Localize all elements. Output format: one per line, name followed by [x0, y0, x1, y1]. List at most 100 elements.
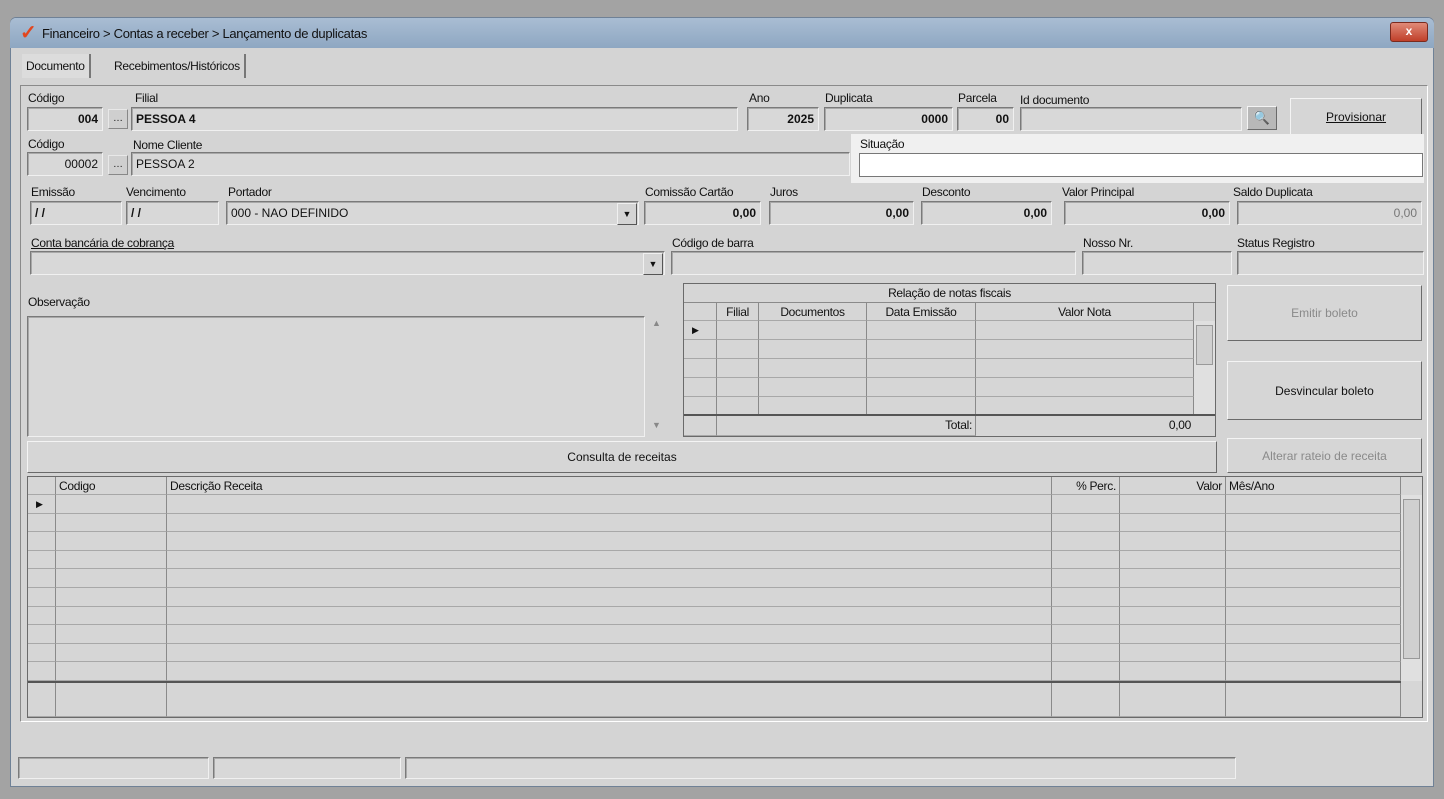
- col-codigo[interactable]: Codigo: [56, 477, 167, 495]
- emitir-boleto-button[interactable]: Emitir boleto: [1227, 285, 1422, 341]
- grid-cell[interactable]: [1052, 495, 1120, 514]
- vencimento-field[interactable]: / /: [126, 201, 219, 225]
- scroll-down-icon[interactable]: ▼: [652, 420, 661, 430]
- filial-lookup-button[interactable]: …: [108, 109, 128, 129]
- grid-cell[interactable]: [759, 321, 867, 340]
- row-header[interactable]: [684, 359, 717, 378]
- grid-cell[interactable]: [759, 359, 867, 378]
- grid-cell[interactable]: [1120, 662, 1226, 681]
- grid-cell[interactable]: [167, 550, 1052, 570]
- col-documentos[interactable]: Documentos: [759, 303, 867, 321]
- grid-cell[interactable]: [56, 588, 167, 607]
- situacao-field[interactable]: [859, 153, 1423, 177]
- grid-cell[interactable]: [1052, 588, 1120, 607]
- col-filial[interactable]: Filial: [717, 303, 759, 321]
- grid-cell[interactable]: [1120, 588, 1226, 607]
- row-header[interactable]: [28, 513, 56, 533]
- alterar-rateio-button[interactable]: Alterar rateio de receita: [1227, 438, 1422, 473]
- id-documento-field[interactable]: [1020, 107, 1242, 131]
- grid-cell[interactable]: [1226, 569, 1401, 588]
- grid-cell[interactable]: [717, 359, 759, 378]
- grid-cell[interactable]: [56, 683, 167, 717]
- grid-cell[interactable]: [867, 340, 976, 359]
- row-header[interactable]: [28, 588, 56, 607]
- grid-cell[interactable]: [1120, 495, 1226, 514]
- grid-cell[interactable]: [1052, 683, 1120, 717]
- juros-field[interactable]: 0,00: [769, 201, 914, 225]
- grid-cell[interactable]: [167, 513, 1052, 533]
- conta-dropdown-icon[interactable]: ▼: [643, 253, 663, 275]
- grid-cell[interactable]: [167, 588, 1052, 607]
- grid-cell[interactable]: [167, 683, 1052, 717]
- grid-cell[interactable]: [976, 378, 1194, 397]
- tab-recebimentos[interactable]: Recebimentos/Históricos: [110, 54, 246, 78]
- grid-cell[interactable]: [717, 321, 759, 340]
- grid-cell[interactable]: [56, 569, 167, 588]
- row-header[interactable]: [28, 625, 56, 644]
- filial-field[interactable]: PESSOA 4: [131, 107, 738, 131]
- grid-cell[interactable]: [1052, 513, 1120, 533]
- row-header[interactable]: [28, 569, 56, 588]
- row-header[interactable]: [28, 532, 56, 551]
- col-mes-ano[interactable]: Mês/Ano: [1226, 477, 1401, 495]
- grid-cell[interactable]: [1052, 550, 1120, 570]
- grid-cell[interactable]: [1120, 513, 1226, 533]
- row-header[interactable]: [28, 606, 56, 626]
- desconto-field[interactable]: 0,00: [921, 201, 1052, 225]
- grid-cell[interactable]: [867, 359, 976, 378]
- grid-cell[interactable]: [1226, 532, 1401, 551]
- cliente-codigo-field[interactable]: 00002: [27, 152, 103, 176]
- close-button[interactable]: x: [1390, 22, 1428, 42]
- desvincular-boleto-button[interactable]: Desvincular boleto: [1227, 361, 1422, 420]
- grid-cell[interactable]: [1052, 532, 1120, 551]
- grid-cell[interactable]: [56, 495, 167, 514]
- row-header[interactable]: [28, 662, 56, 681]
- grid-cell[interactable]: [1226, 683, 1401, 717]
- grid-cell[interactable]: [56, 643, 167, 663]
- grid-cell[interactable]: [976, 359, 1194, 378]
- grid-cell[interactable]: [167, 569, 1052, 588]
- notas-scrollbar[interactable]: [1194, 321, 1215, 415]
- grid-cell[interactable]: [56, 513, 167, 533]
- row-header[interactable]: [684, 340, 717, 359]
- grid-cell[interactable]: [167, 643, 1052, 663]
- grid-cell[interactable]: [1052, 662, 1120, 681]
- grid-cell[interactable]: [976, 321, 1194, 340]
- grid-cell[interactable]: [56, 606, 167, 626]
- emissao-field[interactable]: / /: [30, 201, 122, 225]
- grid-cell[interactable]: [1120, 606, 1226, 626]
- tab-documento[interactable]: Documento: [22, 54, 91, 78]
- grid-cell[interactable]: [1120, 625, 1226, 644]
- duplicata-field[interactable]: 0000: [824, 107, 953, 131]
- grid-cell[interactable]: [56, 625, 167, 644]
- grid-cell[interactable]: [1226, 495, 1401, 514]
- conta-select[interactable]: [30, 251, 665, 275]
- search-button[interactable]: 🔍: [1247, 106, 1277, 130]
- grid-cell[interactable]: [1052, 569, 1120, 588]
- grid-cell[interactable]: [976, 340, 1194, 359]
- row-header[interactable]: ▶: [684, 321, 717, 340]
- col-valor-nota[interactable]: Valor Nota: [976, 303, 1194, 321]
- grid-cell[interactable]: [167, 495, 1052, 514]
- portador-select[interactable]: 000 - NAO DEFINIDO: [226, 201, 639, 225]
- grid-cell[interactable]: [56, 550, 167, 570]
- row-header[interactable]: [28, 550, 56, 570]
- grid-cell[interactable]: [1226, 588, 1401, 607]
- grid-cell[interactable]: [1226, 513, 1401, 533]
- grid-cell[interactable]: [867, 378, 976, 397]
- grid-cell[interactable]: [167, 662, 1052, 681]
- row-header[interactable]: [28, 683, 56, 717]
- grid-cell[interactable]: [1226, 550, 1401, 570]
- provisionar-button[interactable]: Provisionar: [1290, 98, 1422, 136]
- grid-cell[interactable]: [1120, 569, 1226, 588]
- grid-cell[interactable]: [1226, 662, 1401, 681]
- grid-cell[interactable]: [1120, 643, 1226, 663]
- grid-cell[interactable]: [167, 625, 1052, 644]
- grid-cell[interactable]: [1120, 683, 1226, 717]
- grid-cell[interactable]: [1052, 606, 1120, 626]
- nosso-nr-field[interactable]: [1082, 251, 1232, 275]
- row-header[interactable]: [28, 643, 56, 663]
- grid-cell[interactable]: [759, 378, 867, 397]
- grid-cell[interactable]: [1226, 643, 1401, 663]
- nome-cliente-field[interactable]: PESSOA 2: [131, 152, 850, 176]
